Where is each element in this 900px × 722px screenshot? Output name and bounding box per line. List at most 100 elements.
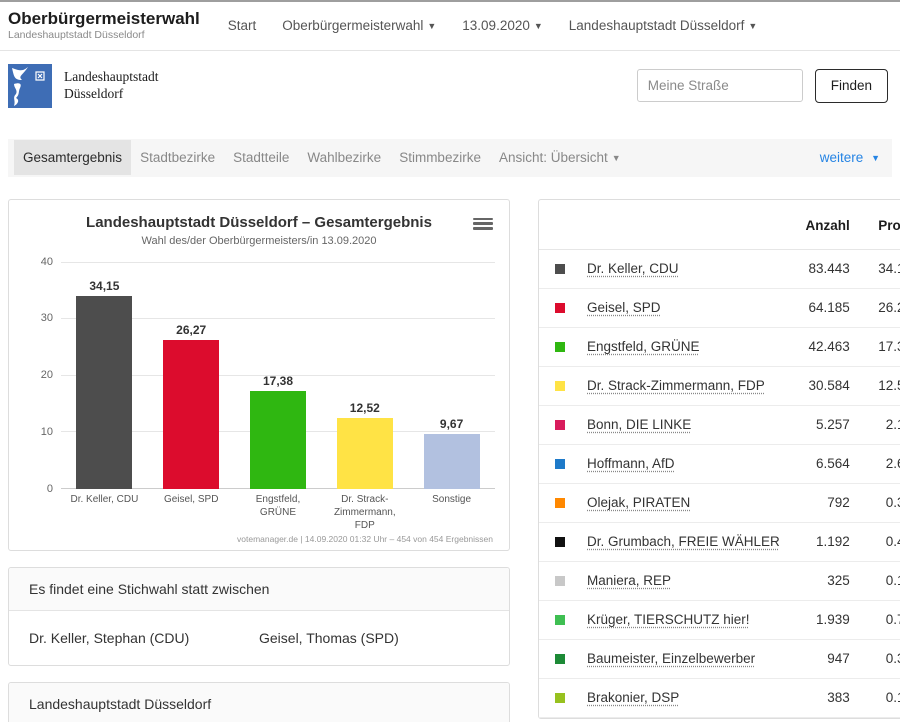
cell-prozent: 0.16 % [885,690,900,706]
stichwahl-panel: Es findet eine Stichwahl statt zwischen … [8,566,510,666]
party-color-swatch [555,536,565,547]
y-tick-label: 30 [40,312,53,325]
party-color-swatch [555,341,565,352]
candidate-link[interactable]: Krüger, TIERSCHUTZ hier! [587,612,750,627]
chart-bar[interactable] [336,417,393,489]
cell-anzahl: 30.584 [808,378,850,394]
party-color-swatch [555,458,565,469]
tab-3[interactable]: Stadtteile [224,140,298,175]
tab-5[interactable]: Stimmbezirke [390,140,490,175]
candidate-link[interactable]: Dr. Grumbach, FREIE WÄHLER [587,534,780,549]
cell-prozent: 12.52 % [878,378,900,394]
cell-anzahl: 1.939 [816,612,850,628]
cell-anzahl: 64.185 [808,300,850,316]
party-color-swatch [555,302,565,313]
city-panel-header: Landeshauptstadt Düsseldorf [9,682,509,722]
chart-bar[interactable] [423,434,480,489]
cell-anzahl: 42.463 [808,339,850,355]
table-row: Maniera, REP 325 0.13 % [539,562,900,601]
chevron-down-icon: ▼ [427,20,437,31]
party-color-swatch [555,380,565,391]
table-row: Dr. Keller, CDU 83.443 34.15 % [539,250,900,289]
bar-value-label: 34,15 [89,278,120,293]
cell-anzahl: 792 [827,495,850,511]
more-label: weitere [819,150,864,166]
candidate-link[interactable]: Engstfeld, GRÜNE [587,339,700,354]
party-color-swatch [555,614,565,625]
tab-1[interactable]: Gesamtergebnis [14,140,132,176]
y-tick-label: 0 [46,482,53,495]
chevron-down-icon: ▼ [748,20,758,31]
chart-bar[interactable] [76,295,133,489]
table-row: Engstfeld, GRÜNE 42.463 17.38 % [539,328,900,367]
topnav-item-4[interactable]: Landeshauptstadt Düsseldorf ▼ [569,18,758,33]
stichwahl-candidate-1: Dr. Keller, Stephan (CDU) [29,629,190,646]
tab-6[interactable]: Ansicht: Übersicht ▼ [490,140,630,175]
tab-4[interactable]: Wahlbezirke [298,140,390,175]
candidate-link[interactable]: Geisel, SPD [587,300,661,315]
cell-anzahl: 947 [827,651,850,667]
chart-x-axis-labels: Dr. Keller, CDU Geisel, SPD Engstfeld, GRÜ… [61,493,495,532]
candidate-link[interactable]: Bonn, DIE LINKE [587,417,691,432]
top-navigation: Oberbürgermeisterwahl Landeshauptstadt D… [0,2,900,51]
tabs: Gesamtergebnis Stadtbezirke Stadtteile Wahl… [14,140,630,176]
table-row: Krüger, TIERSCHUTZ hier! 1.939 0.79 % [539,601,900,640]
more-dropdown[interactable]: weitere ▼ [820,150,880,165]
city-header: Landeshauptstadt Düsseldorf Finden [0,51,900,122]
chart-title: Landeshauptstadt Düsseldorf – Gesamterge… [86,213,432,231]
chart-context-menu-icon[interactable] [473,216,493,232]
street-search-input[interactable] [636,69,803,103]
chevron-down-icon: ▼ [611,153,621,164]
bar-slot: 17,38 [235,263,322,489]
cell-prozent: 0.32 % [885,495,900,511]
stichwahl-candidates: Dr. Keller, Stephan (CDU) Geisel, Thomas … [9,611,509,665]
topnav-links: Start Oberbürgermeisterwahl ▼ 13.09.2020 ▼ La… [228,18,758,33]
x-axis-label: Geisel, SPD [163,493,219,505]
chart-subtitle: Wahl des/der Oberbürgermeisters/in 13.09… [141,234,377,247]
bar-slot: 26,27 [148,263,235,489]
site-subtitle: Landeshauptstadt Düsseldorf [8,28,145,41]
candidate-link[interactable]: Dr. Keller, CDU [587,261,679,276]
bars-group: 34,15 26,27 17,38 12,52 9,67 [61,263,495,489]
logo-wordmark: Landeshauptstadt Düsseldorf [64,69,158,103]
cell-prozent: 2.15 % [885,417,900,433]
city-panel: Landeshauptstadt Düsseldorf [8,681,510,722]
cell-anzahl: 325 [827,573,850,589]
candidate-link[interactable]: Brakonier, DSP [587,690,679,705]
candidate-link[interactable]: Baumeister, Einzelbewerber [587,651,755,666]
chart-bar[interactable] [249,390,306,489]
x-axis-label: Dr. Keller, CDU [70,493,139,505]
candidate-link[interactable]: Maniera, REP [587,573,671,588]
party-color-swatch [555,263,565,274]
table-row: Hoffmann, AfD 6.564 2.69 % [539,445,900,484]
header-anzahl: Anzahl [805,217,850,233]
view-tabbar: Gesamtergebnis Stadtbezirke Stadtteile Wahl… [8,138,892,177]
y-tick-label: 20 [40,369,53,382]
bar-value-label: 9,67 [439,417,464,432]
result-chart-panel: Landeshauptstadt Düsseldorf – Gesamterge… [8,198,510,551]
chart-bar[interactable] [163,340,220,489]
topnav-item-3[interactable]: 13.09.2020 ▼ [462,18,543,33]
topnav-item-1[interactable]: Start [228,18,257,33]
table-row: Baumeister, Einzelbewerber 947 0.39 % [539,640,900,679]
cell-prozent: 0.13 % [885,573,900,589]
cell-prozent: 2.69 % [885,456,900,472]
candidate-link[interactable]: Hoffmann, AfD [587,456,675,471]
candidate-link[interactable]: Dr. Strack-Zimmermann, FDP [587,378,765,393]
x-axis-label: Sonstige [432,493,472,505]
logo-line2: Düsseldorf [64,85,124,101]
table-row: Dr. Grumbach, FREIE WÄHLER 1.192 0.49 % [539,523,900,562]
topnav-item-2[interactable]: Oberbürgermeisterwahl ▼ [282,18,436,33]
logo-line1: Landeshauptstadt [64,68,159,84]
y-tick-label: 40 [40,255,53,268]
cell-prozent: 26.27 % [878,300,900,316]
cell-anzahl: 1.192 [816,534,850,550]
table-row: Bonn, DIE LINKE 5.257 2.15 % [539,406,900,445]
tab-2[interactable]: Stadtbezirke [131,140,224,175]
candidate-link[interactable]: Olejak, PIRATEN [587,495,690,510]
find-button[interactable]: Finden [814,68,888,103]
chevron-down-icon: ▼ [871,153,880,164]
cell-anzahl: 383 [827,690,850,706]
cell-prozent: 17.38 % [878,339,900,355]
header-prozent: Prozent [878,217,900,233]
